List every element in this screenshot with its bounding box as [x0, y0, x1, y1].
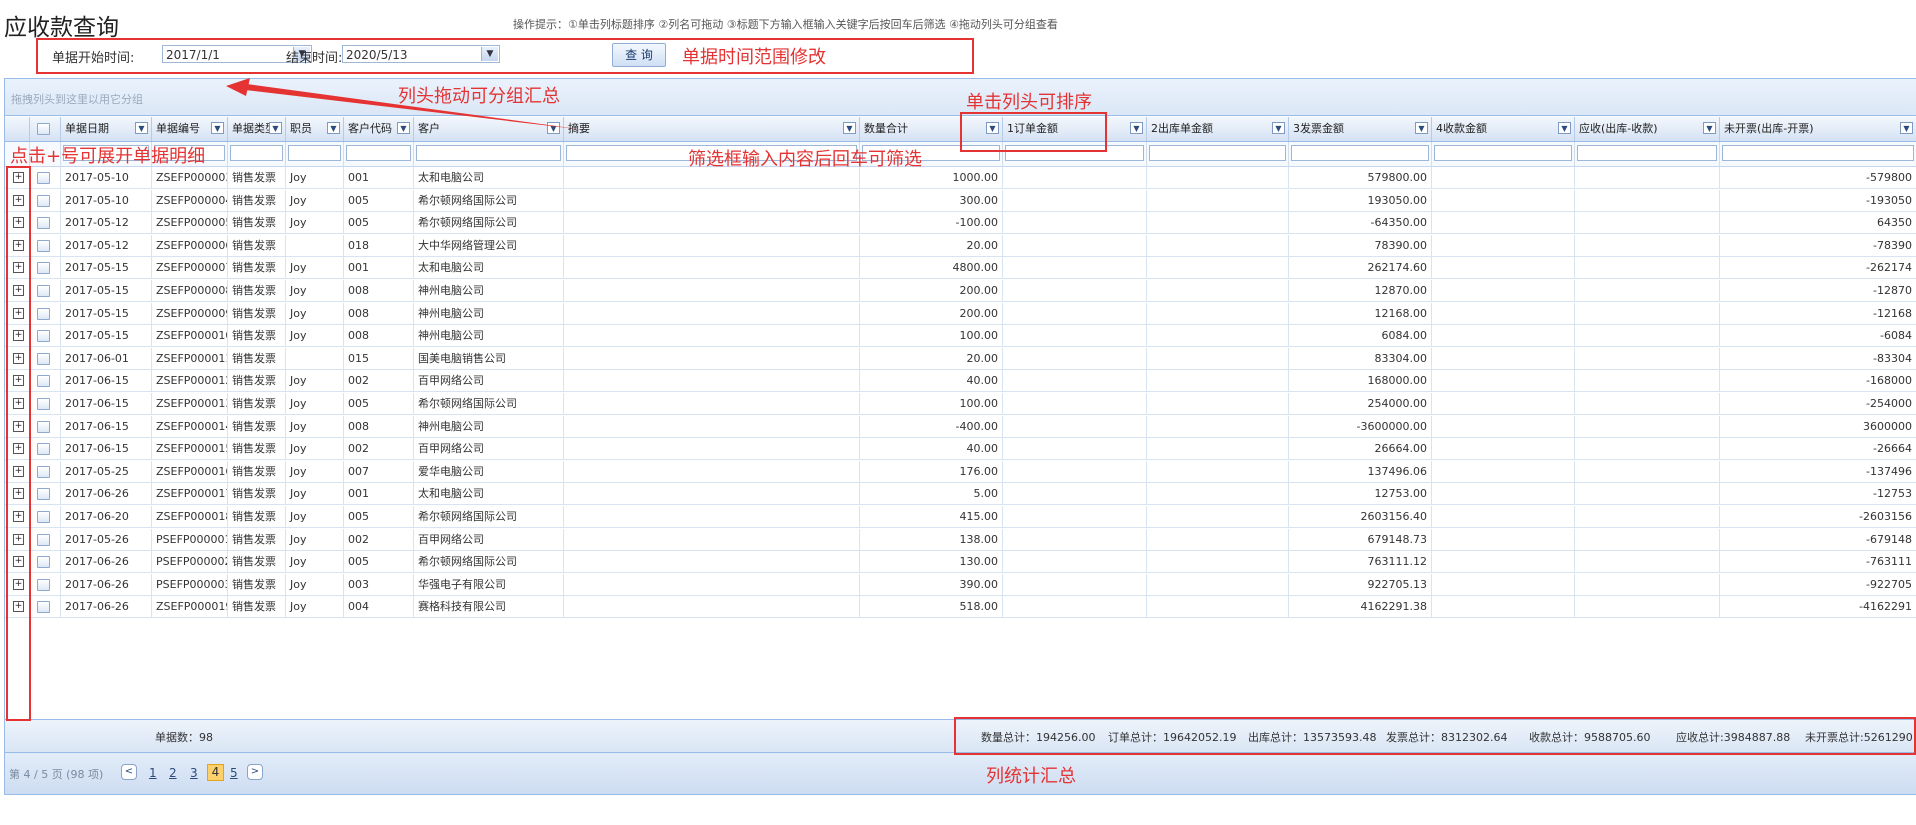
- annotation-arrow: [226, 78, 585, 130]
- arrow-head: [226, 78, 250, 96]
- arrow-shaft: [245, 84, 585, 130]
